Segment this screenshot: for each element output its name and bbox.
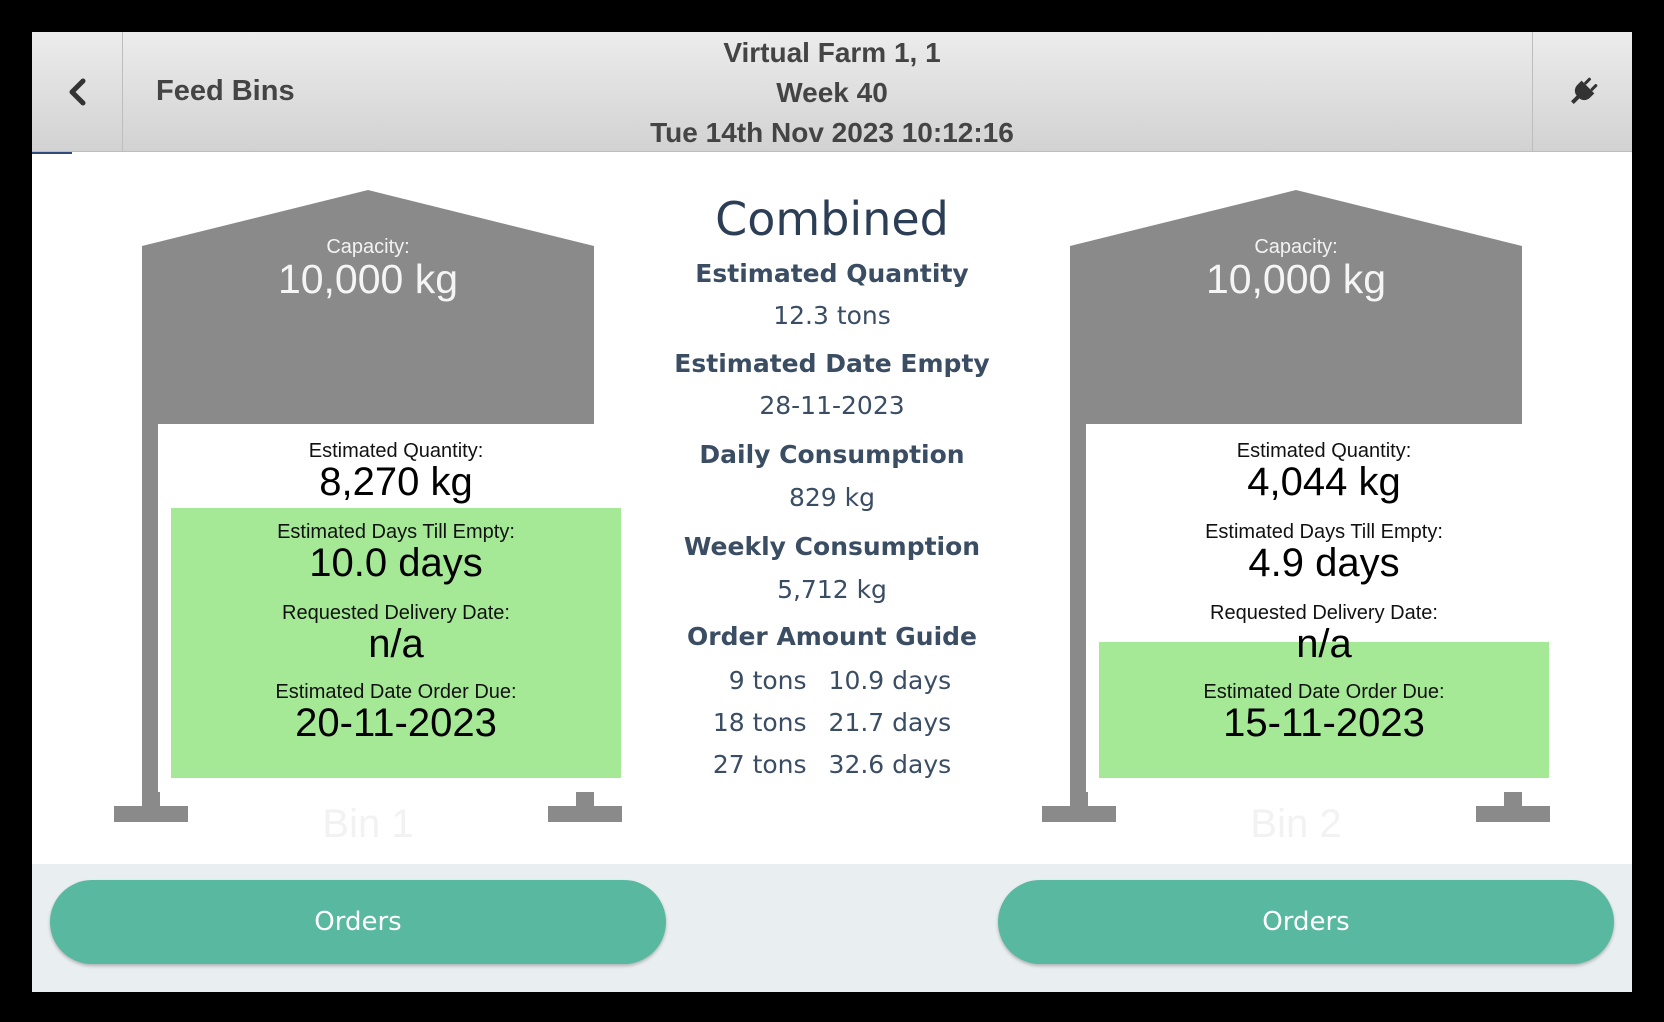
combined-quantity-value: 12.3 tons [773, 301, 891, 330]
weekly-consumption-value: 5,712 kg [777, 575, 887, 604]
bin-1-card[interactable]: Capacity: 10,000 kg Estimated Quantity: … [78, 168, 658, 868]
weekly-consumption-label: Weekly Consumption [683, 532, 981, 561]
table-row: 27 tons 32.6 days [702, 743, 962, 785]
chevron-left-icon [69, 78, 86, 105]
guide-tons: 9 tons [728, 665, 807, 695]
delivery-value: n/a [1296, 622, 1352, 666]
bin-2-card[interactable]: Capacity: 10,000 kg Estimated Quantity: … [1006, 168, 1586, 868]
bin-name: Bin 2 [1250, 802, 1342, 846]
order-due-value: 20-11-2023 [295, 701, 497, 745]
page-title: Feed Bins [156, 75, 295, 107]
bin-1-orders-button[interactable]: Orders [50, 880, 666, 964]
farm-name: Virtual Farm 1, 1 [723, 37, 941, 68]
bin-info-panel: Estimated Quantity: 8,270 kg Estimated D… [158, 424, 634, 792]
bin-info-panel: Estimated Quantity: 4,044 kg Estimated D… [1086, 424, 1562, 792]
week-label: Week 40 [776, 77, 888, 108]
daily-consumption-value: 829 kg [788, 483, 875, 512]
guide-tons: 27 tons [712, 749, 807, 779]
guide-days: 21.7 days [828, 707, 952, 737]
date-empty-value: 28-11-2023 [759, 391, 905, 420]
order-due-value: 15-11-2023 [1223, 701, 1425, 745]
capacity-value: 10,000 kg [1205, 256, 1387, 302]
bin-name: Bin 1 [322, 802, 414, 846]
table-row: 18 tons 21.7 days [702, 701, 962, 743]
days-value: 10.0 days [309, 541, 483, 585]
feed-bins-screen: Feed Bins Virtual Farm 1, 1 Week 40 Tue … [32, 32, 1632, 992]
daily-consumption-label: Daily Consumption [699, 440, 965, 469]
delivery-value: n/a [368, 622, 424, 666]
header-info: Virtual Farm 1, 1 Week 40 Tue 14th Nov 2… [532, 33, 1132, 153]
connection-button[interactable] [1532, 32, 1632, 151]
capacity-value: 10,000 kg [277, 256, 459, 302]
combined-summary: Combined Estimated Quantity 12.3 tons Es… [632, 187, 1032, 785]
bin-2-orders-button[interactable]: Orders [998, 880, 1614, 964]
guide-days: 32.6 days [828, 749, 952, 779]
tab-indicator [32, 152, 72, 154]
quantity-value: 4,044 kg [1247, 460, 1401, 504]
plug-icon [1570, 77, 1597, 104]
days-value: 4.9 days [1248, 541, 1400, 585]
date-empty-label: Estimated Date Empty [674, 349, 990, 378]
guide-days: 10.9 days [828, 665, 952, 695]
order-guide-label: Order Amount Guide [686, 622, 978, 651]
combined-title: Combined [715, 192, 949, 246]
top-bar: Feed Bins Virtual Farm 1, 1 Week 40 Tue … [32, 32, 1632, 154]
order-guide-table: 9 tons 10.9 days 18 tons 21.7 days 27 to… [702, 659, 962, 785]
table-row: 9 tons 10.9 days [702, 659, 962, 701]
guide-tons: 18 tons [712, 707, 807, 737]
combined-quantity-label: Estimated Quantity [695, 259, 969, 288]
back-button[interactable] [32, 32, 123, 151]
datetime-label: Tue 14th Nov 2023 10:12:16 [650, 117, 1014, 148]
quantity-value: 8,270 kg [319, 460, 473, 504]
